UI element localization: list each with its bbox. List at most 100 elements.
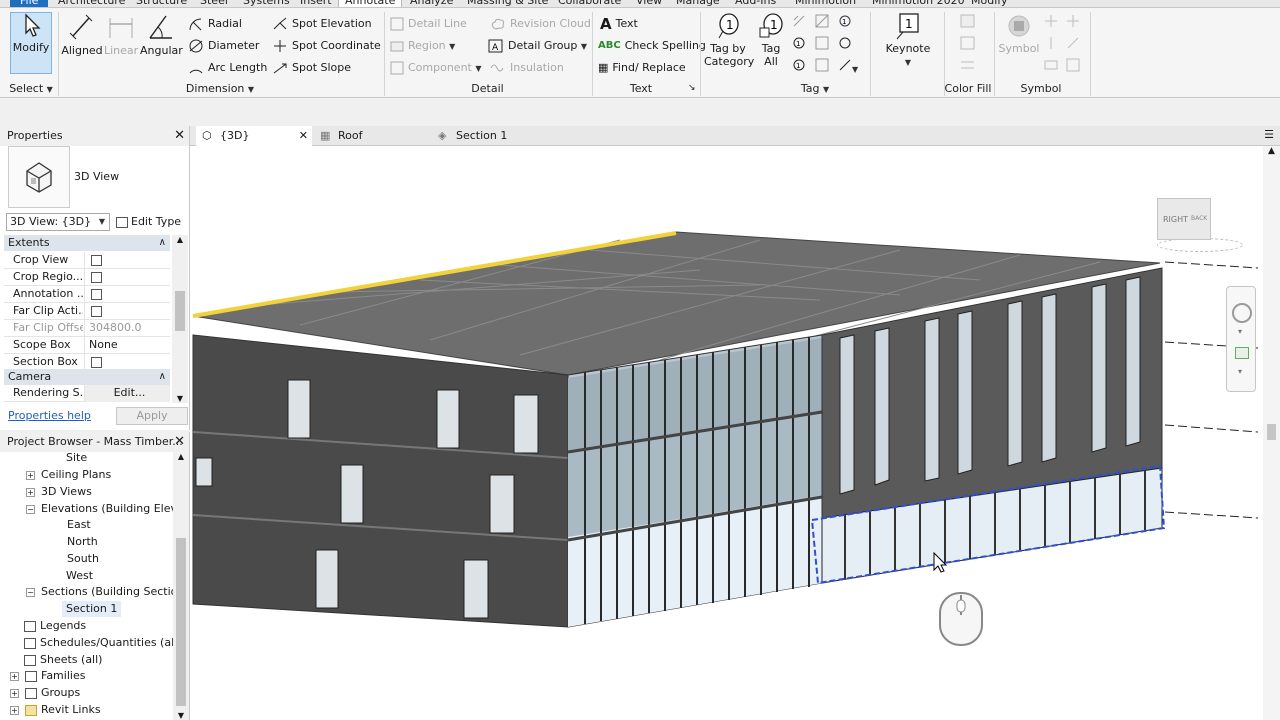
scroll-thumb[interactable] [176, 538, 186, 706]
view-tab-3d[interactable]: ⬡ {3D} ✕ [196, 126, 312, 146]
crop-region-visible-checkbox[interactable] [91, 271, 102, 283]
tree-item-elevations[interactable]: − Elevations (Building Eleva [26, 501, 184, 517]
multi-category-icon[interactable] [815, 14, 829, 34]
tab-view[interactable]: View [636, 0, 662, 7]
tree-item-revit-links[interactable]: + Revit Links [10, 702, 101, 718]
properties-scrollbar[interactable]: ▲ ▼ [172, 235, 188, 403]
area-tag-icon[interactable]: 1 [792, 36, 806, 56]
viewcube-back-face[interactable]: BACK [1191, 215, 1207, 222]
tree-item-site[interactable]: Site [66, 450, 87, 466]
text-button[interactable]: A Text [600, 14, 638, 34]
diameter-button[interactable]: Diameter [188, 36, 259, 56]
beam-symbol-icon[interactable] [1066, 14, 1080, 34]
area-reinforcement-icon[interactable] [1066, 36, 1080, 56]
scroll-up-icon[interactable]: ▲ [173, 452, 189, 461]
tab-steel[interactable]: Steel [200, 0, 228, 7]
view-tab-section-1[interactable]: ◈ Section 1 [432, 126, 542, 146]
path-reinforcement-icon[interactable] [1044, 58, 1058, 78]
component-button[interactable]: Component ▼ [390, 58, 482, 78]
stair-path-icon[interactable] [1044, 36, 1058, 56]
tree-item-schedules[interactable]: Schedules/Quantities (all) [24, 635, 182, 651]
keynote-button[interactable]: 1 Keynote ▼ [878, 12, 938, 69]
tree-item-south[interactable]: South [67, 551, 99, 567]
linear-dimension-button[interactable]: Linear [104, 12, 138, 57]
scroll-thumb[interactable] [1267, 424, 1276, 440]
region-button[interactable]: Region ▼ [390, 36, 455, 56]
keynote-legend-icon[interactable] [815, 58, 829, 78]
view-instance-selector[interactable]: 3D View: {3D} ▼ [6, 213, 110, 231]
scroll-thumb[interactable] [175, 291, 185, 331]
3d-viewport[interactable]: RIGHT BACK ▾ ▾ [190, 146, 1263, 720]
tab-annotate[interactable]: Annotate [338, 0, 403, 7]
detail-line-button[interactable]: Detail Line [390, 14, 467, 34]
viewcube[interactable]: RIGHT BACK [1135, 198, 1245, 252]
category-camera[interactable]: Camera ∧ [4, 369, 170, 385]
category-extents[interactable]: Extents ∧ [4, 235, 170, 251]
tab-manage[interactable]: Manage [676, 0, 720, 7]
material-tag-icon[interactable]: 1 [838, 14, 852, 34]
scroll-up-icon[interactable]: ▲ [172, 235, 188, 244]
tab-analyze[interactable]: Analyze [410, 0, 453, 7]
crop-view-checkbox[interactable] [91, 254, 102, 266]
tab-menu-icon[interactable]: ☰ [1264, 128, 1274, 141]
close-icon[interactable]: ✕ [174, 126, 185, 146]
section-box-checkbox[interactable] [91, 356, 102, 368]
tab-minimotion[interactable]: Minimotion [795, 0, 856, 7]
tree-item-sheets[interactable]: Sheets (all) [24, 652, 102, 668]
span-direction-icon[interactable] [1044, 14, 1058, 34]
tag-by-category-button[interactable]: 1 Tag by Category [704, 12, 754, 68]
tab-massing-site[interactable]: Massing & Site [467, 0, 548, 7]
tree-item-groups[interactable]: + Groups [10, 685, 80, 701]
tree-item-3d-views[interactable]: +3D Views [26, 484, 92, 500]
room-tag-icon[interactable] [815, 36, 829, 56]
modify-button[interactable]: Modify [10, 12, 52, 74]
select-panel-label[interactable]: Select ▼ [6, 80, 56, 98]
tab-insert[interactable]: Insert [300, 0, 332, 7]
spot-elevation-button[interactable]: Spot Elevation [272, 14, 372, 34]
zoom-icon[interactable] [1235, 347, 1249, 359]
duct-legend-icon[interactable] [960, 36, 976, 56]
tab-systems[interactable]: Systems [243, 0, 290, 7]
close-icon[interactable]: ✕ [174, 432, 185, 452]
properties-help-link[interactable]: Properties help [8, 409, 91, 422]
viewport-scrollbar[interactable]: ▲ [1263, 146, 1280, 720]
collapse-icon[interactable]: ∧ [159, 235, 166, 251]
scope-box-value[interactable]: None [84, 337, 170, 354]
space-tag-icon[interactable] [838, 36, 852, 56]
arc-length-button[interactable]: Arc Length [188, 58, 267, 78]
tree-item-west[interactable]: West [66, 568, 93, 584]
tree-item-families[interactable]: + Families [10, 668, 85, 684]
tree-item-east[interactable]: East [67, 517, 91, 533]
tab-collaborate[interactable]: Collaborate [558, 0, 621, 7]
steering-wheel-icon[interactable] [1232, 303, 1252, 323]
edit-type-button[interactable]: Edit Type [116, 213, 181, 231]
aligned-dimension-button[interactable]: Aligned [60, 12, 104, 57]
tree-item-ceiling-plans[interactable]: + Ceiling Plans [26, 467, 111, 483]
dimension-panel-label[interactable]: Dimension ▼ [180, 80, 260, 98]
close-icon[interactable]: ✕ [299, 126, 308, 146]
tab-modify[interactable]: Modify [971, 0, 1007, 7]
symbol-button[interactable]: Symbol [998, 12, 1040, 55]
pipe-legend-icon[interactable] [960, 58, 976, 78]
angular-dimension-button[interactable]: Angular [140, 12, 183, 57]
tag-panel-label[interactable]: Tag ▼ [780, 80, 850, 98]
spot-coordinate-button[interactable]: Spot Coordinate [272, 36, 381, 56]
far-clip-active-checkbox[interactable] [91, 305, 102, 317]
tree-item-sections[interactable]: − Sections (Building Section [26, 584, 184, 600]
tab-minimotion-2020[interactable]: Minimotion 2020 [872, 0, 965, 7]
chevron-down-icon[interactable]: ▾ [1238, 327, 1242, 336]
collapse-icon[interactable]: ∧ [159, 369, 166, 385]
view-reference-icon[interactable]: 1 [792, 58, 806, 78]
browser-scrollbar[interactable]: ▲ ▼ [173, 452, 189, 720]
scroll-down-icon[interactable]: ▼ [172, 394, 188, 403]
scroll-up-icon[interactable]: ▲ [1263, 146, 1280, 156]
fabric-reinforcement-icon[interactable] [1066, 58, 1080, 78]
detail-group-button[interactable]: A Detail Group ▼ [488, 36, 587, 56]
rendering-settings-edit-button[interactable]: Edit... [84, 385, 170, 402]
find-replace-button[interactable]: ▦ Find/ Replace [598, 58, 686, 78]
annotation-crop-checkbox[interactable] [91, 288, 102, 300]
viewcube-right-face[interactable]: RIGHT [1163, 215, 1188, 224]
tree-item-north[interactable]: North [67, 534, 98, 550]
spot-slope-button[interactable]: Spot Slope [272, 58, 351, 78]
revision-cloud-button[interactable]: Revision Cloud [490, 14, 591, 34]
